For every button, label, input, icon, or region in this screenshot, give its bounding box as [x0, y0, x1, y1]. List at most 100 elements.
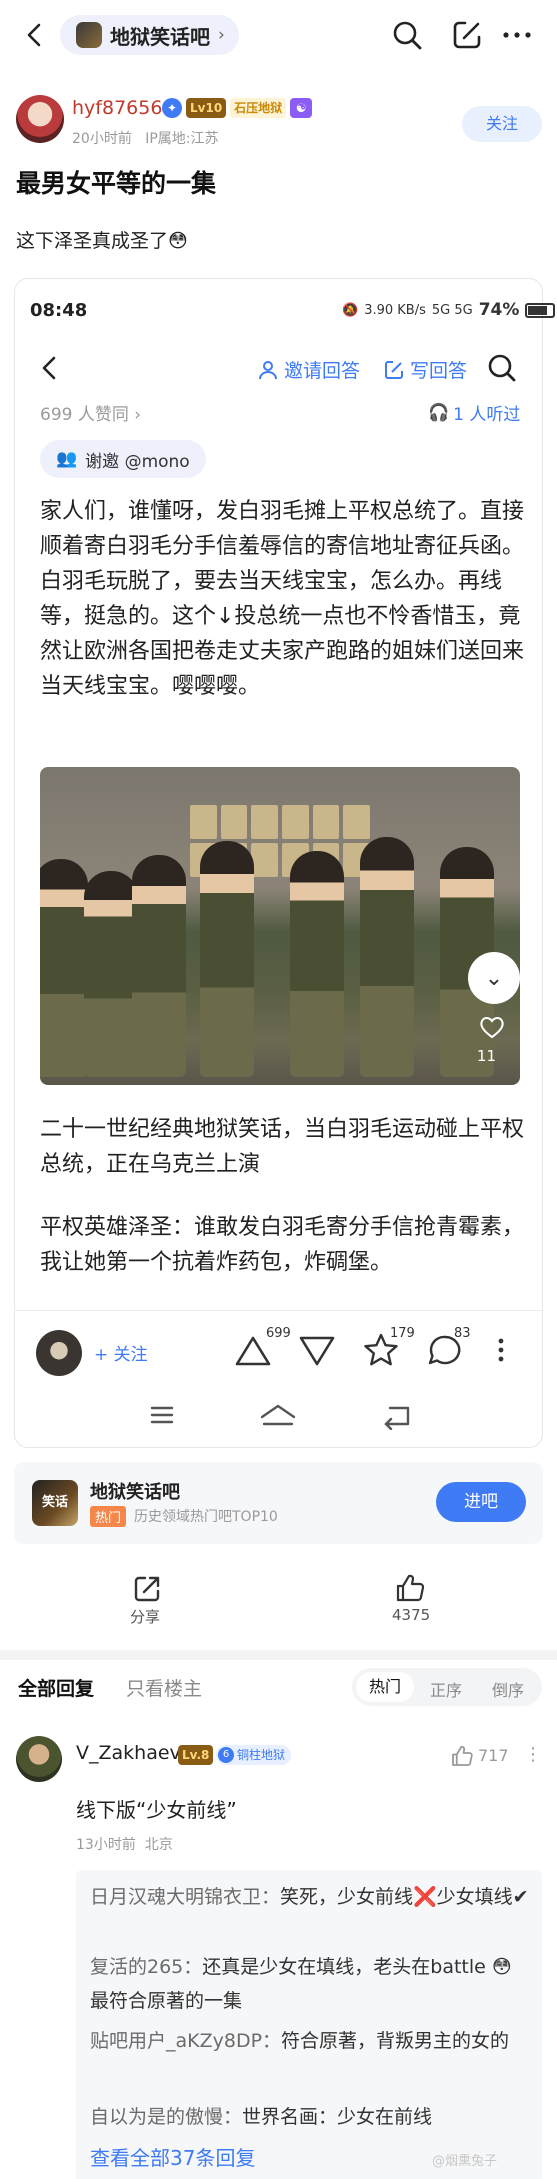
forum-logo	[76, 22, 102, 48]
back-button[interactable]	[18, 18, 52, 52]
invite-answer-button[interactable]: 邀请回答	[258, 356, 360, 383]
favorite-count: 179	[390, 1326, 415, 1341]
reply-author[interactable]: 复活的265：	[90, 1956, 202, 1978]
answer-text: 家人们，谁懂呀，发白羽毛摊上平权总统了。直接顺着寄白羽毛分手信羞辱信的寄信地址寄…	[40, 499, 525, 699]
tab-all-replies[interactable]: 全部回复	[18, 1674, 94, 1701]
system-nav-bar	[150, 1400, 450, 1430]
commenter-tag: 6 铜柱地狱	[216, 1745, 292, 1765]
headphones-icon: 🎧	[428, 402, 450, 423]
forum-pill[interactable]: 地狱笑话吧 ›	[60, 15, 239, 55]
comment-text: 线下版“少女前线”	[76, 1798, 237, 1822]
sort-hot[interactable]: 热门	[356, 1672, 414, 1702]
view-all-replies-link[interactable]: 查看全部37条回复	[90, 2142, 255, 2171]
divider	[15, 1310, 542, 1311]
section-separator	[0, 1650, 557, 1660]
write-answer-button[interactable]: 写回答	[384, 356, 467, 383]
person-icon	[259, 360, 277, 379]
invite-label: 邀请回答	[284, 360, 361, 382]
search-button[interactable]	[390, 18, 424, 52]
post-title: 最男女平等的一集	[16, 169, 217, 198]
thumbs-up-icon	[396, 1574, 425, 1602]
author-name[interactable]: hyf87656	[72, 97, 162, 119]
follow-button[interactable]: 关注	[462, 106, 542, 142]
sort-ascending[interactable]: 正序	[430, 1677, 462, 1701]
status-time: 08:48	[30, 300, 88, 321]
thanks-label: 谢邀 @mono	[85, 451, 190, 472]
answer-search-button[interactable]	[486, 352, 518, 384]
edit-button[interactable]	[450, 18, 484, 52]
post-body: 这下泽圣真成圣了😳	[16, 230, 188, 252]
answerer-follow-button[interactable]: + 关注	[94, 1340, 148, 1365]
ip-location: IP属地:江苏	[145, 131, 219, 147]
mute-icon: 🔕	[342, 302, 359, 318]
commenter-avatar[interactable]	[16, 1736, 62, 1782]
share-button[interactable]	[132, 1574, 162, 1604]
commenter-level: Lv.8	[178, 1745, 214, 1765]
answer-paragraph-3: 平权英雄泽圣：谁敢发白羽毛寄分手信抢青霉素，我让她第一个抗着炸药包，炸碉堡。	[40, 1215, 525, 1275]
post-time: 20小时前	[72, 131, 132, 147]
battery-icon	[525, 302, 556, 318]
scroll-down-button[interactable]: ⌄	[468, 952, 520, 1004]
reply-text: 世界名画：少女在前线	[242, 2106, 433, 2128]
chevron-right-icon: ›	[218, 25, 225, 45]
share-icon	[134, 1576, 160, 1602]
comment-time: 13小时前	[76, 1837, 136, 1853]
net-speed: 3.90 KB/s	[364, 302, 426, 318]
comment-more-button[interactable]: ⋮	[524, 1744, 542, 1765]
author-badges: ✦ Lv10 石压地狱 ☯	[162, 98, 313, 118]
answer-back-button[interactable]	[36, 354, 64, 382]
author-meta: 20小时前 IP属地:江苏	[72, 128, 218, 148]
reply-item[interactable]: 贴吧用户_aKZy8DP：符合原著，背叛男主的女的	[90, 2024, 530, 2058]
forum-card-name: 地狱笑话吧	[90, 1482, 180, 1503]
comment-location: 北京	[144, 1837, 173, 1853]
comment-like-count: 717	[478, 1746, 509, 1765]
signal-indicator: 5G 5G	[431, 302, 473, 318]
photo-like-count: 11	[476, 1047, 496, 1065]
more-vertical-icon	[498, 1338, 504, 1362]
thanks-tag[interactable]: 👥 谢邀 @mono	[40, 440, 206, 478]
heart-icon[interactable]	[478, 1013, 506, 1041]
like-count: 4375	[392, 1606, 431, 1624]
reply-item[interactable]: 复活的265：还真是少女在填线，老头在battle 😳最符合原著的一集	[90, 1950, 530, 2018]
upvote-count: 699	[266, 1326, 291, 1341]
listened-count[interactable]: 🎧 1 人听过	[428, 400, 520, 426]
more-horizontal-icon	[503, 32, 531, 38]
agree-count[interactable]: 699 人赞同 ›	[40, 400, 141, 425]
answer-more-button[interactable]	[480, 1330, 522, 1370]
commenter-name[interactable]: V_Zakhaev	[76, 1742, 181, 1764]
reply-author[interactable]: 日月汉魂大明锦衣卫：	[90, 1886, 280, 1908]
status-icons: 🔕 3.90 KB/s 5G 5G 74%	[342, 300, 556, 320]
more-button[interactable]	[500, 18, 534, 52]
sort-descending[interactable]: 倒序	[492, 1677, 524, 1701]
author-avatar[interactable]	[16, 95, 64, 143]
thumbs-up-icon	[452, 1745, 473, 1766]
forum-card-desc: 历史领域热门吧TOP10	[134, 1509, 278, 1525]
reply-author[interactable]: 贴吧用户_aKZy8DP：	[90, 2030, 281, 2052]
answerer-avatar[interactable]	[36, 1330, 82, 1376]
chevron-left-icon	[42, 356, 56, 380]
reply-item[interactable]: 自以为是的傲慢：世界名画：少女在前线	[90, 2100, 530, 2134]
watermark: @烟熏兔子	[432, 2154, 498, 2169]
forum-card-logo: 笑话	[32, 1480, 78, 1526]
share-label: 分享	[130, 1608, 161, 1626]
battery-percent: 74%	[478, 300, 520, 320]
downvote-button[interactable]	[296, 1330, 338, 1370]
level-badge: Lv10	[186, 98, 227, 118]
reply-item[interactable]: 日月汉魂大明锦衣卫：笑死，少女前线❌少女填线✔	[90, 1880, 530, 1914]
comment-meta: 13小时前 北京	[76, 1834, 173, 1854]
soldiers-photo[interactable]: ⌄ 11	[40, 767, 520, 1085]
member-icon: ☯	[290, 98, 313, 118]
home-icon	[260, 1404, 296, 1426]
answer-paragraph-2: 二十一世纪经典地狱笑话，当白羽毛运动碰上平权总统，正在乌克兰上演	[40, 1117, 525, 1177]
reply-text: 笑死，少女前线❌少女填线✔	[280, 1886, 529, 1908]
forum-name: 地狱笑话吧	[110, 24, 210, 49]
enter-forum-button[interactable]: 进吧	[436, 1482, 526, 1522]
return-icon	[384, 1406, 410, 1430]
edit-icon	[385, 360, 403, 379]
reply-author[interactable]: 自以为是的傲慢：	[90, 2106, 242, 2128]
comment-like-button[interactable]	[450, 1744, 474, 1768]
like-button[interactable]	[394, 1572, 426, 1604]
top-nav: 地狱笑话吧 ›	[0, 0, 557, 70]
tab-host-only[interactable]: 只看楼主	[126, 1674, 202, 1701]
tag-number: 6	[218, 1747, 234, 1763]
